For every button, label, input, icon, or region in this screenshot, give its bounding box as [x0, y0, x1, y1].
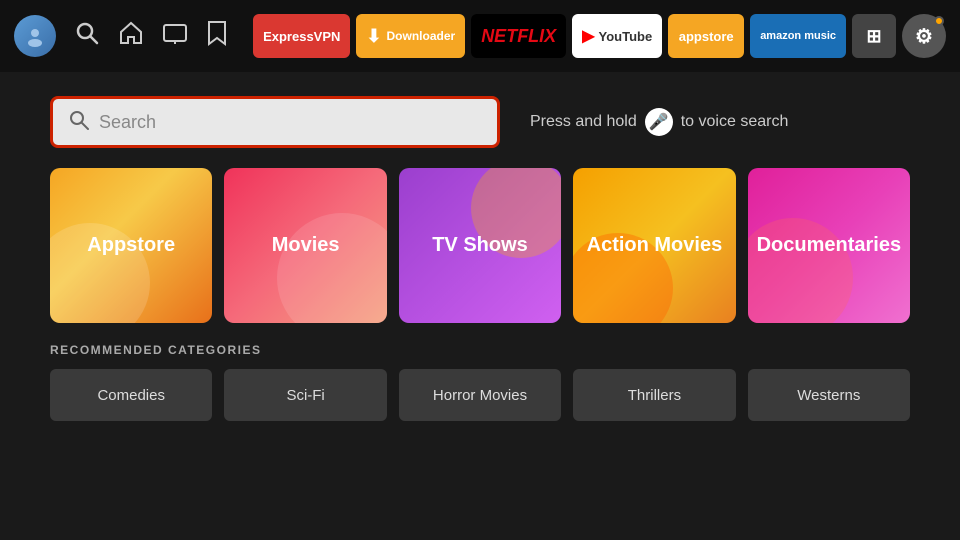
netflix-button[interactable]: NETFLIX: [471, 14, 566, 58]
tile-appstore-label: Appstore: [87, 234, 175, 257]
user-avatar[interactable]: [14, 15, 56, 57]
tile-movies-label: Movies: [272, 234, 340, 257]
home-nav-icon[interactable]: [118, 20, 144, 52]
recommended-title: Recommended Categories: [50, 343, 910, 357]
voice-search-hint: Press and hold 🎤 to voice search: [530, 108, 788, 136]
tile-documentaries[interactable]: Documentaries: [748, 168, 910, 323]
category-sci-fi[interactable]: Sci-Fi: [224, 369, 386, 421]
youtube-button[interactable]: ▶ YouTube: [572, 14, 662, 58]
expressvpn-button[interactable]: ExpressVPN: [253, 14, 350, 58]
tiles-section: Appstore Movies TV Shows Action Movies D…: [0, 168, 960, 343]
netflix-label: NETFLIX: [481, 26, 556, 47]
category-comedies[interactable]: Comedies: [50, 369, 212, 421]
youtube-label: YouTube: [599, 29, 653, 44]
appstore-button[interactable]: appstore: [668, 14, 744, 58]
tile-action-movies[interactable]: Action Movies: [573, 168, 735, 323]
settings-notification-dot: [934, 16, 944, 26]
search-placeholder: Search: [99, 112, 156, 133]
tile-movies[interactable]: Movies: [224, 168, 386, 323]
nav-apps: ExpressVPN ⬇ Downloader NETFLIX ▶ YouTub…: [244, 14, 946, 58]
downloader-button[interactable]: ⬇ Downloader: [356, 14, 465, 58]
tile-tvshows-label: TV Shows: [432, 234, 528, 257]
category-sci-fi-label: Sci-Fi: [286, 387, 324, 404]
category-westerns-label: Westerns: [797, 387, 860, 404]
search-nav-icon[interactable]: [74, 20, 100, 52]
category-horror-movies-label: Horror Movies: [433, 387, 527, 404]
tiles-grid: Appstore Movies TV Shows Action Movies D…: [50, 168, 910, 323]
appstore-label: appstore: [679, 29, 734, 44]
bookmark-nav-icon[interactable]: [206, 20, 228, 52]
category-thrillers-label: Thrillers: [628, 387, 681, 404]
top-nav: ExpressVPN ⬇ Downloader NETFLIX ▶ YouTub…: [0, 0, 960, 72]
downloader-label: Downloader: [387, 29, 456, 43]
category-comedies-label: Comedies: [97, 387, 165, 404]
tv-nav-icon[interactable]: [162, 20, 188, 52]
recommended-section: Recommended Categories Comedies Sci-Fi H…: [0, 343, 960, 421]
categories-grid: Comedies Sci-Fi Horror Movies Thrillers …: [50, 369, 910, 421]
search-bar[interactable]: Search: [50, 96, 500, 148]
tile-appstore[interactable]: Appstore: [50, 168, 212, 323]
gear-icon: ⚙: [915, 24, 933, 49]
search-section: Search Press and hold 🎤 to voice search: [0, 72, 960, 168]
microphone-icon: 🎤: [645, 108, 673, 136]
grid-icon: ⊞: [866, 26, 881, 47]
search-bar-icon: [69, 110, 89, 135]
category-westerns[interactable]: Westerns: [748, 369, 910, 421]
tile-documentaries-label: Documentaries: [757, 234, 902, 257]
nav-left: [14, 15, 228, 57]
category-horror-movies[interactable]: Horror Movies: [399, 369, 561, 421]
settings-button[interactable]: ⚙: [902, 14, 946, 58]
grid-button[interactable]: ⊞: [852, 14, 896, 58]
expressvpn-label: ExpressVPN: [263, 29, 340, 44]
tile-tvshows[interactable]: TV Shows: [399, 168, 561, 323]
voice-hint-suffix: to voice search: [681, 113, 789, 131]
downloader-icon: ⬇: [366, 26, 381, 47]
tile-action-movies-label: Action Movies: [587, 234, 723, 257]
youtube-icon: ▶: [582, 26, 594, 46]
amazon-music-button[interactable]: amazon music: [750, 14, 846, 58]
amazon-music-label: amazon music: [760, 30, 836, 42]
category-thrillers[interactable]: Thrillers: [573, 369, 735, 421]
voice-hint-prefix: Press and hold: [530, 113, 637, 131]
